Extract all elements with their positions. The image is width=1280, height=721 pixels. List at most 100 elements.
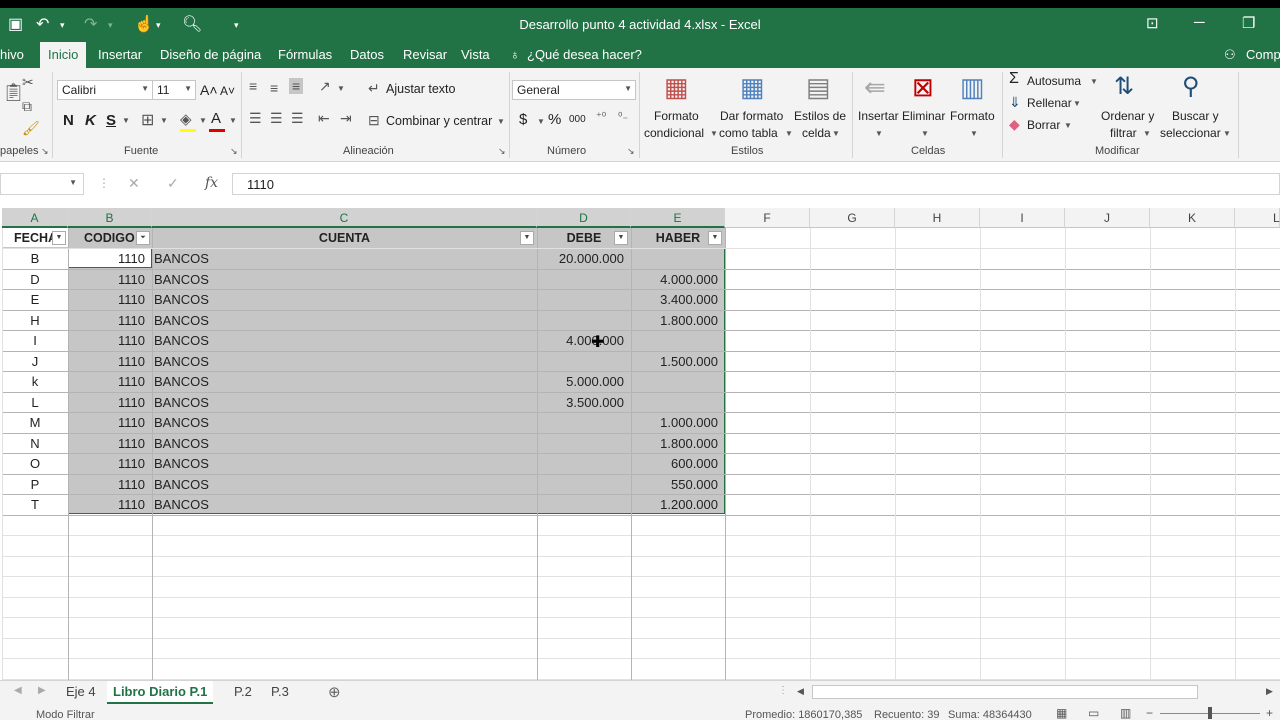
decrease-decimal-icon[interactable]: ⁰₋ <box>618 110 628 123</box>
cell-codigo[interactable]: 1110 <box>68 248 152 269</box>
clipboard-launcher-icon[interactable]: ↘ <box>41 146 49 157</box>
formula-input[interactable]: 1110 <box>232 173 1280 195</box>
enter-icon[interactable]: ✓ <box>167 175 179 192</box>
bold-button[interactable]: N <box>63 112 74 129</box>
col-header-a[interactable]: A <box>2 208 68 228</box>
tab-insert[interactable]: Insertar <box>98 47 142 62</box>
cell-fecha[interactable]: E <box>2 289 68 310</box>
col-header-c[interactable]: C <box>152 208 537 228</box>
chevron-down-icon[interactable]: ▼ <box>1223 129 1231 138</box>
col-header-h[interactable]: H <box>895 208 980 228</box>
cell-haber[interactable]: 1.200.000 <box>631 494 725 515</box>
cell-cuenta[interactable]: BANCOS <box>152 289 537 310</box>
cell-fecha[interactable]: L <box>2 392 68 413</box>
add-sheet-icon[interactable]: ⊕ <box>328 683 341 701</box>
cell-cuenta[interactable]: BANCOS <box>152 392 537 413</box>
zoom-out-icon[interactable]: − <box>1146 706 1153 720</box>
cell-debe[interactable] <box>537 412 631 433</box>
tab-view[interactable]: Vista <box>461 47 490 62</box>
cell-debe[interactable] <box>537 289 631 310</box>
decrease-indent-icon[interactable]: ⇤ <box>318 110 330 127</box>
cell-debe[interactable]: 3.500.000 <box>537 392 631 413</box>
chevron-down-icon[interactable]: ▼ <box>1090 77 1098 86</box>
filter-fecha-icon[interactable]: ▼ <box>52 231 66 245</box>
fill-button[interactable]: Rellenar <box>1027 96 1072 110</box>
name-box[interactable]: ▼ <box>0 173 84 195</box>
scroll-right-icon[interactable]: ▶ <box>1266 686 1273 697</box>
col-header-d[interactable]: D <box>537 208 631 228</box>
cell-fecha[interactable]: k <box>2 371 68 392</box>
grow-font-icon[interactable]: A˄ <box>200 82 218 98</box>
cell-styles-label-1[interactable]: Estilos de <box>794 109 846 123</box>
cell-fecha[interactable]: H <box>2 310 68 331</box>
cell-debe[interactable] <box>537 474 631 495</box>
cell-haber[interactable] <box>631 392 725 413</box>
filter-haber-icon[interactable]: ▼ <box>708 231 722 245</box>
insert-button[interactable]: Insertar <box>858 109 899 123</box>
sheet-tab-eje4[interactable]: Eje 4 <box>66 684 96 699</box>
zoom-slider-thumb[interactable] <box>1208 707 1212 719</box>
chevron-down-icon[interactable]: ▼ <box>1073 99 1081 108</box>
filter-cuenta-icon[interactable]: ▼ <box>520 231 534 245</box>
alignment-launcher-icon[interactable]: ↘ <box>498 146 506 157</box>
horizontal-scrollbar-thumb[interactable] <box>812 685 1198 699</box>
align-center-icon[interactable]: ☰ <box>270 110 283 127</box>
underline-dropdown-icon[interactable]: ▼ <box>122 116 130 125</box>
clear-button[interactable]: Borrar <box>1027 118 1060 132</box>
orientation-dropdown-icon[interactable]: ▼ <box>337 84 345 93</box>
copy-icon[interactable]: ⧉ <box>22 98 32 115</box>
cell-haber[interactable] <box>631 330 725 351</box>
find-label-1[interactable]: Buscar y <box>1172 109 1219 123</box>
merge-center-button[interactable]: Combinar y centrar <box>386 114 492 128</box>
cancel-icon[interactable]: ✕ <box>128 175 140 192</box>
align-middle-icon[interactable]: ≡ <box>270 80 278 96</box>
col-header-g[interactable]: G <box>810 208 895 228</box>
cell-debe[interactable] <box>537 453 631 474</box>
cell-haber[interactable]: 1.500.000 <box>631 351 725 372</box>
chevron-down-icon[interactable]: ▼ <box>1143 129 1151 138</box>
orientation-icon[interactable]: ↗ <box>319 78 331 95</box>
col-header-j[interactable]: J <box>1065 208 1150 228</box>
borders-dropdown-icon[interactable]: ▼ <box>160 116 168 125</box>
scroll-left-icon[interactable]: ◀ <box>797 686 804 697</box>
cell-haber[interactable]: 550.000 <box>631 474 725 495</box>
borders-icon[interactable]: ⊞ <box>141 110 154 130</box>
col-header-k[interactable]: K <box>1150 208 1235 228</box>
cell-debe[interactable]: 20.000.000 <box>537 248 631 269</box>
font-color-icon[interactable]: A <box>211 110 221 127</box>
tab-file[interactable]: hivo <box>0 47 24 62</box>
next-sheet-icon[interactable]: ▶ <box>38 685 46 696</box>
tell-me-search[interactable]: ¿Qué desea hacer? <box>527 47 642 62</box>
cell-fecha[interactable]: J <box>2 351 68 372</box>
ribbon-display-icon[interactable]: ⊡ <box>1146 14 1159 32</box>
table-format-label-1[interactable]: Dar formato <box>720 109 783 123</box>
tab-review[interactable]: Revisar <box>403 47 447 62</box>
col-header-l[interactable]: L <box>1235 208 1280 228</box>
fill-dropdown-icon[interactable]: ▼ <box>199 116 207 125</box>
chevron-down-icon[interactable]: ▼ <box>710 129 718 138</box>
cell-codigo[interactable]: 1110 <box>68 310 152 331</box>
merge-dropdown-icon[interactable]: ▼ <box>497 117 505 126</box>
cell-debe[interactable] <box>537 494 631 515</box>
currency-dropdown-icon[interactable]: ▼ <box>537 117 545 126</box>
sheet-tab-libro-diario[interactable]: Libro Diario P.1 <box>107 681 214 704</box>
cut-icon[interactable]: ✂ <box>22 74 34 91</box>
cell-debe[interactable] <box>537 269 631 290</box>
find-label-2[interactable]: seleccionar <box>1160 126 1221 140</box>
chevron-down-icon[interactable]: ▼ <box>832 129 840 138</box>
cell-cuenta[interactable]: BANCOS <box>152 371 537 392</box>
underline-button[interactable]: S <box>106 112 116 129</box>
share-button[interactable]: Comp <box>1246 47 1280 62</box>
italic-button[interactable]: K <box>85 112 96 129</box>
tab-home[interactable]: Inicio <box>40 42 87 68</box>
increase-indent-icon[interactable]: ⇥ <box>340 110 352 127</box>
cell-debe[interactable] <box>537 310 631 331</box>
sheet-tab-p3[interactable]: P.3 <box>271 684 289 699</box>
share-icon[interactable]: ⚇ <box>1224 47 1236 63</box>
fill-color-icon[interactable]: ◈ <box>180 110 192 128</box>
filter-codigo-icon[interactable]: ⏷ <box>136 231 150 245</box>
cell-haber[interactable]: 1.800.000 <box>631 310 725 331</box>
font-name-combo[interactable]: Calibri ▼ <box>57 80 153 100</box>
filter-debe-icon[interactable]: ▼ <box>614 231 628 245</box>
chevron-down-icon[interactable]: ▼ <box>970 129 978 138</box>
